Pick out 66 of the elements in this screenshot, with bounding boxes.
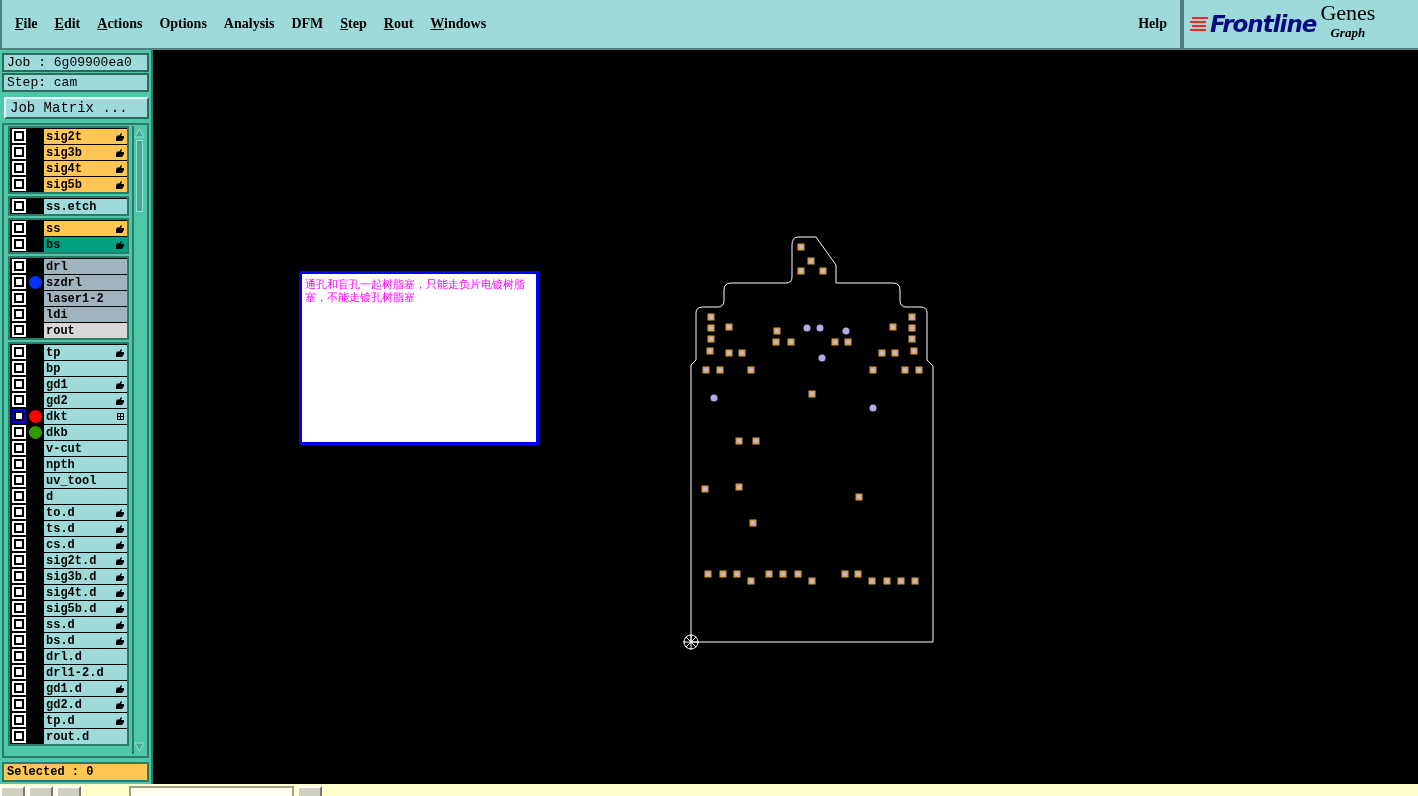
layer-name[interactable]: to.d: [44, 505, 127, 520]
layer-name[interactable]: sig5b.d: [44, 601, 127, 616]
layer-name[interactable]: v-cut: [44, 441, 127, 456]
product-name: Genes: [1320, 1, 1376, 25]
layer-name[interactable]: drl: [44, 259, 127, 274]
layer-name[interactable]: szdrl: [44, 275, 127, 290]
step-label: Step: cam: [2, 73, 149, 92]
job-label: Job : 6g09900ea0: [2, 53, 149, 72]
scroll-up-icon: [134, 128, 145, 138]
layer-name[interactable]: d: [44, 489, 127, 504]
layer-name[interactable]: bs: [44, 237, 127, 252]
layer-name[interactable]: gd1: [44, 377, 127, 392]
scroll-down-icon: [134, 742, 145, 752]
layer-name[interactable]: sig4t: [44, 161, 127, 176]
layer-name[interactable]: ss.etch: [44, 199, 127, 214]
layer-name[interactable]: sig2t: [44, 129, 127, 144]
layer-name[interactable]: npth: [44, 457, 127, 472]
brand-logo: Frontline: [1210, 11, 1317, 37]
menu-item[interactable]: Actions: [97, 16, 143, 32]
job-matrix-button[interactable]: Job Matrix ...: [4, 97, 149, 119]
menu-item[interactable]: Edit: [54, 16, 81, 32]
layer-name[interactable]: gd1.d: [44, 681, 127, 696]
layer-name[interactable]: ss.d: [44, 617, 127, 632]
layer-name[interactable]: dkb: [44, 425, 127, 440]
scrollbar[interactable]: [132, 126, 145, 754]
layer-name[interactable]: drl1-2.d: [44, 665, 127, 680]
layer-name[interactable]: rout.d: [44, 729, 127, 744]
layer-name[interactable]: tp.d: [44, 713, 127, 728]
layer-name[interactable]: drl.d: [44, 649, 127, 664]
menu-item[interactable]: Analysis: [223, 16, 275, 32]
menu-item[interactable]: DFM: [291, 16, 324, 32]
layer-name[interactable]: gd2.d: [44, 697, 127, 712]
layer-name[interactable]: sig3b: [44, 145, 127, 160]
layer-name[interactable]: gd2: [44, 393, 127, 408]
note-text: 通孔和盲孔一起树脂塞，只能走负片电镀树脂塞，不能走镀孔树脂塞: [299, 271, 539, 445]
layer-name[interactable]: sig2t.d: [44, 553, 127, 568]
toolbar-button[interactable]: [0, 786, 25, 796]
layer-name[interactable]: dkt: [44, 409, 127, 424]
layer-name[interactable]: ts.d: [44, 521, 127, 536]
product-subtitle: Graph: [1330, 25, 1367, 41]
layer-name[interactable]: bp: [44, 361, 127, 376]
command-field[interactable]: [129, 786, 294, 796]
menu-item[interactable]: Step: [340, 16, 367, 32]
menu-item[interactable]: File: [15, 16, 38, 32]
layer-name[interactable]: laser1-2: [44, 291, 127, 306]
layer-name[interactable]: ss: [44, 221, 127, 236]
menu-item[interactable]: Windows: [430, 16, 487, 32]
toolbar-button[interactable]: [28, 786, 53, 796]
layer-name[interactable]: uv_tool: [44, 473, 127, 488]
toolbar-button[interactable]: [56, 786, 81, 796]
menu-item[interactable]: Help: [1138, 16, 1167, 32]
menu-item[interactable]: Options: [159, 16, 207, 32]
scroll-thumb[interactable]: [136, 140, 143, 212]
layer-name[interactable]: sig5b: [44, 177, 127, 192]
layer-name[interactable]: rout: [44, 323, 127, 338]
origin-icon: [682, 633, 700, 651]
menu-item[interactable]: Rout: [383, 16, 414, 32]
layer-name[interactable]: bs.d: [44, 633, 127, 648]
layer-name[interactable]: sig3b.d: [44, 569, 127, 584]
layer-name[interactable]: cs.d: [44, 537, 127, 552]
toolbar-button[interactable]: [297, 786, 322, 796]
layer-name[interactable]: tp: [44, 345, 127, 360]
layer-name[interactable]: ldi: [44, 307, 127, 322]
selected-count: Selected : 0: [2, 762, 149, 782]
layer-name[interactable]: sig4t.d: [44, 585, 127, 600]
speed-lines-icon: [1190, 14, 1210, 34]
